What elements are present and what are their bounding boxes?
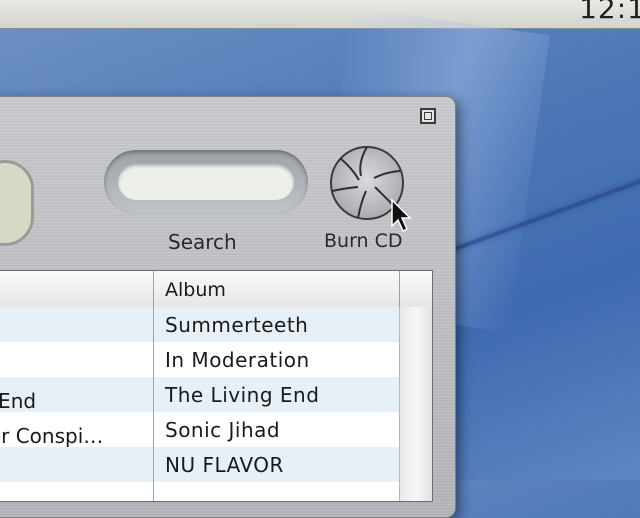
- search-input[interactable]: [118, 164, 294, 200]
- song-list: Album Summerteeth 7 In Moderation g End …: [0, 270, 433, 502]
- search-label: Search: [168, 230, 237, 254]
- arrow-cursor-icon: [390, 198, 414, 234]
- table-row[interactable]: NU FLAVOR: [0, 447, 399, 482]
- row-album-cell: Summerteeth: [165, 313, 309, 337]
- vertical-scrollbar[interactable]: [399, 307, 432, 501]
- table-row[interactable]: ver Conspi… Sonic Jihad: [0, 412, 399, 448]
- status-display: [0, 160, 34, 246]
- row-album-cell: In Moderation: [165, 348, 310, 372]
- row-album-cell: The Living End: [165, 383, 320, 407]
- row-name-cell: g End: [0, 389, 37, 413]
- table-row[interactable]: g End The Living End: [0, 377, 399, 413]
- table-row[interactable]: 7 In Moderation: [0, 342, 399, 377]
- header-divider: [399, 271, 400, 307]
- menu-bar-clock[interactable]: 12:1: [579, 0, 640, 25]
- table-row[interactable]: Summerteeth: [0, 307, 399, 342]
- row-album-cell: NU FLAVOR: [165, 453, 284, 477]
- window-zoom-icon[interactable]: [420, 108, 436, 124]
- row-album-cell: Sonic Jihad: [165, 418, 281, 442]
- column-divider[interactable]: [153, 271, 154, 501]
- song-list-header: Album: [0, 271, 432, 308]
- column-header-album[interactable]: Album: [165, 279, 226, 301]
- menu-bar: 12:1: [0, 0, 640, 29]
- row-name-cell: ver Conspi…: [0, 424, 104, 448]
